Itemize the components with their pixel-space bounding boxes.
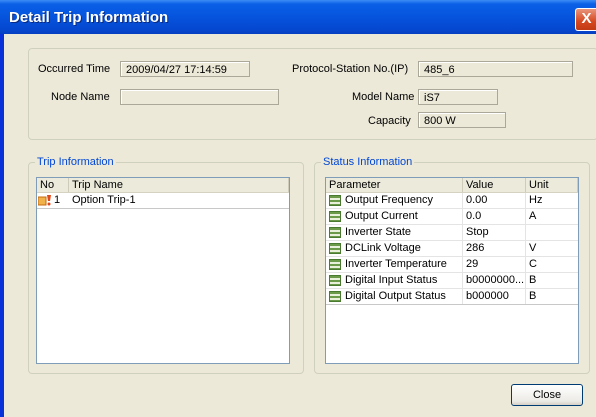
parameter-cell: DCLink Voltage: [326, 241, 463, 256]
table-icon: [329, 275, 341, 286]
unit-cell: B: [529, 274, 537, 286]
trip-list-header: No Trip Name: [37, 178, 289, 193]
model-name-label: Model Name: [352, 91, 415, 103]
capacity-label: Capacity: [368, 115, 411, 127]
occurred-time-field: 2009/04/27 17:14:59: [120, 61, 250, 77]
status-list-header: Parameter Value Unit: [326, 178, 578, 193]
unit-cell: A: [529, 210, 537, 222]
column-header-trip-name[interactable]: Trip Name: [69, 178, 289, 192]
parameter-name: DCLink Voltage: [345, 242, 421, 254]
dialog-window: Detail Trip Information X Occurred Time …: [0, 0, 596, 417]
parameter-name: Digital Input Status: [345, 274, 438, 286]
protocol-station-label: Protocol-Station No.(IP): [292, 63, 409, 75]
value-cell: b0000000...: [463, 273, 526, 288]
parameter-cell: Inverter Temperature: [326, 257, 463, 272]
status-list[interactable]: Parameter Value Unit Output Frequency 0.…: [325, 177, 579, 364]
table-icon: [329, 243, 341, 254]
table-icon: [329, 291, 341, 302]
trip-no: 1: [54, 194, 61, 206]
parameter-cell: Digital Output Status: [326, 289, 463, 304]
table-icon: [329, 211, 341, 222]
status-row[interactable]: Digital Input Status b0000000... B: [326, 273, 578, 289]
parameter-name: Output Frequency: [345, 194, 434, 206]
unit-cell: B: [529, 290, 537, 302]
unit-cell: C: [529, 258, 537, 270]
column-header-unit[interactable]: Unit: [526, 178, 578, 192]
title-bar[interactable]: Detail Trip Information X: [0, 0, 596, 34]
parameter-cell: Output Current: [326, 209, 463, 224]
table-icon: [329, 227, 341, 238]
value-cell: 29: [463, 257, 526, 272]
status-row[interactable]: Inverter Temperature 29 C: [326, 257, 578, 273]
parameter-name: Inverter Temperature: [345, 258, 447, 270]
table-icon: [329, 195, 341, 206]
value-cell: b000000: [463, 289, 526, 304]
close-window-icon[interactable]: X: [575, 8, 596, 31]
trip-list[interactable]: No Trip Name 1 Option Trip-1: [36, 177, 290, 364]
occurred-time-label: Occurred Time: [38, 63, 111, 75]
status-row[interactable]: Output Current 0.0 A: [326, 209, 578, 225]
protocol-station-field: 485_6: [418, 61, 573, 77]
trip-row[interactable]: 1 Option Trip-1: [37, 193, 289, 209]
status-row[interactable]: DCLink Voltage 286 V: [326, 241, 578, 257]
parameter-name: Digital Output Status: [345, 290, 446, 302]
trip-no-cell: 1: [37, 193, 69, 208]
parameter-name: Inverter State: [345, 226, 412, 238]
model-name-field: iS7: [418, 89, 498, 105]
column-header-parameter[interactable]: Parameter: [326, 178, 463, 192]
trip-name-cell: Option Trip-1: [72, 194, 136, 206]
column-header-no[interactable]: No: [37, 178, 69, 192]
value-cell: 0.00: [463, 193, 526, 208]
table-icon: [329, 259, 341, 270]
unit-cell: Hz: [529, 194, 543, 206]
unit-cell: V: [529, 242, 537, 254]
node-name-field: [120, 89, 279, 105]
parameter-name: Output Current: [345, 210, 418, 222]
parameter-cell: Digital Input Status: [326, 273, 463, 288]
dialog-body: Occurred Time 2009/04/27 17:14:59 Protoc…: [4, 34, 596, 417]
close-button[interactable]: Close: [511, 384, 583, 406]
status-row[interactable]: Inverter State Stop: [326, 225, 578, 241]
column-header-value[interactable]: Value: [463, 178, 526, 192]
trip-information-title: Trip Information: [35, 156, 116, 168]
status-row[interactable]: Output Frequency 0.00 Hz: [326, 193, 578, 209]
window-title: Detail Trip Information: [9, 9, 169, 26]
status-row[interactable]: Digital Output Status b000000 B: [326, 289, 578, 305]
capacity-field: 800 W: [418, 112, 506, 128]
unit-cell: [526, 225, 578, 240]
value-cell: 0.0: [463, 209, 526, 224]
trip-warning-icon: [38, 195, 51, 206]
status-information-title: Status Information: [321, 156, 415, 168]
node-name-label: Node Name: [51, 91, 110, 103]
parameter-cell: Output Frequency: [326, 193, 463, 208]
parameter-cell: Inverter State: [326, 225, 463, 240]
value-cell: Stop: [463, 225, 526, 240]
value-cell: 286: [463, 241, 526, 256]
